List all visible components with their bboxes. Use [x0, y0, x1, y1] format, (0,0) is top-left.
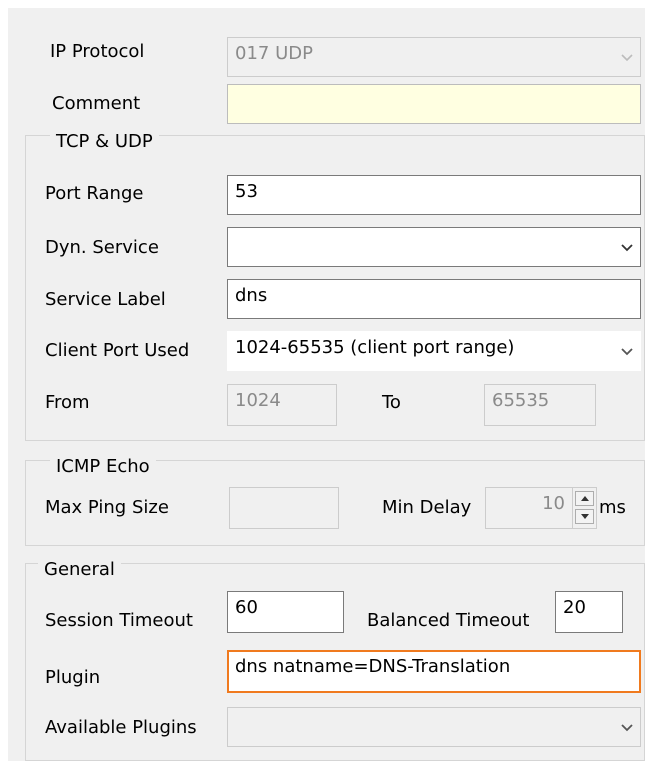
balanced-timeout-label: Balanced Timeout	[367, 610, 530, 631]
port-range-field[interactable]: 53	[227, 175, 641, 215]
ip-protocol-label: IP Protocol	[50, 41, 145, 62]
available-plugins-label: Available Plugins	[45, 717, 197, 738]
icmp-echo-group-title: ICMP Echo	[50, 456, 156, 478]
min-delay-value: 10	[542, 493, 565, 514]
dyn-service-label: Dyn. Service	[45, 237, 159, 258]
plugin-field[interactable]: dns natname=DNS-Translation	[227, 650, 641, 693]
spin-down-button[interactable]	[575, 509, 594, 524]
from-label: From	[45, 392, 90, 413]
chevron-down-icon	[620, 346, 634, 356]
to-label: To	[382, 392, 401, 413]
session-timeout-label: Session Timeout	[45, 610, 193, 631]
chevron-down-icon	[620, 722, 634, 732]
client-port-used-select[interactable]: 1024-65535 (client port range)	[227, 331, 641, 371]
tcp-udp-group-title: TCP & UDP	[50, 131, 159, 153]
service-properties-panel: IP Protocol 017 UDP Comment TCP & UDP Po…	[8, 8, 645, 761]
ip-protocol-value: 017 UDP	[235, 43, 313, 64]
general-group-title: General	[38, 559, 121, 581]
chevron-down-icon	[620, 52, 634, 62]
min-delay-unit: ms	[599, 497, 626, 518]
comment-label: Comment	[52, 93, 141, 114]
min-delay-field: 10	[485, 487, 597, 529]
session-timeout-field[interactable]: 60	[227, 591, 344, 633]
from-field: 1024	[227, 384, 337, 426]
service-label-field[interactable]: dns	[227, 279, 641, 319]
balanced-timeout-field[interactable]: 20	[555, 591, 623, 633]
available-plugins-select	[227, 707, 641, 747]
service-label-label: Service Label	[45, 289, 166, 310]
dyn-service-select[interactable]	[227, 227, 641, 267]
max-ping-size-field	[229, 487, 339, 529]
min-delay-spinner	[572, 488, 596, 528]
client-port-used-value: 1024-65535 (client port range)	[235, 337, 515, 358]
arrow-down-icon	[576, 513, 593, 520]
plugin-label: Plugin	[45, 667, 101, 688]
spin-up-button[interactable]	[575, 491, 594, 506]
chevron-down-icon	[620, 242, 634, 252]
port-range-label: Port Range	[45, 183, 144, 204]
arrow-up-icon	[576, 495, 593, 502]
min-delay-label: Min Delay	[382, 497, 472, 518]
ip-protocol-select: 017 UDP	[227, 37, 641, 77]
max-ping-size-label: Max Ping Size	[45, 497, 169, 518]
to-field: 65535	[484, 384, 596, 426]
client-port-used-label: Client Port Used	[45, 340, 190, 361]
comment-field[interactable]	[227, 84, 641, 124]
